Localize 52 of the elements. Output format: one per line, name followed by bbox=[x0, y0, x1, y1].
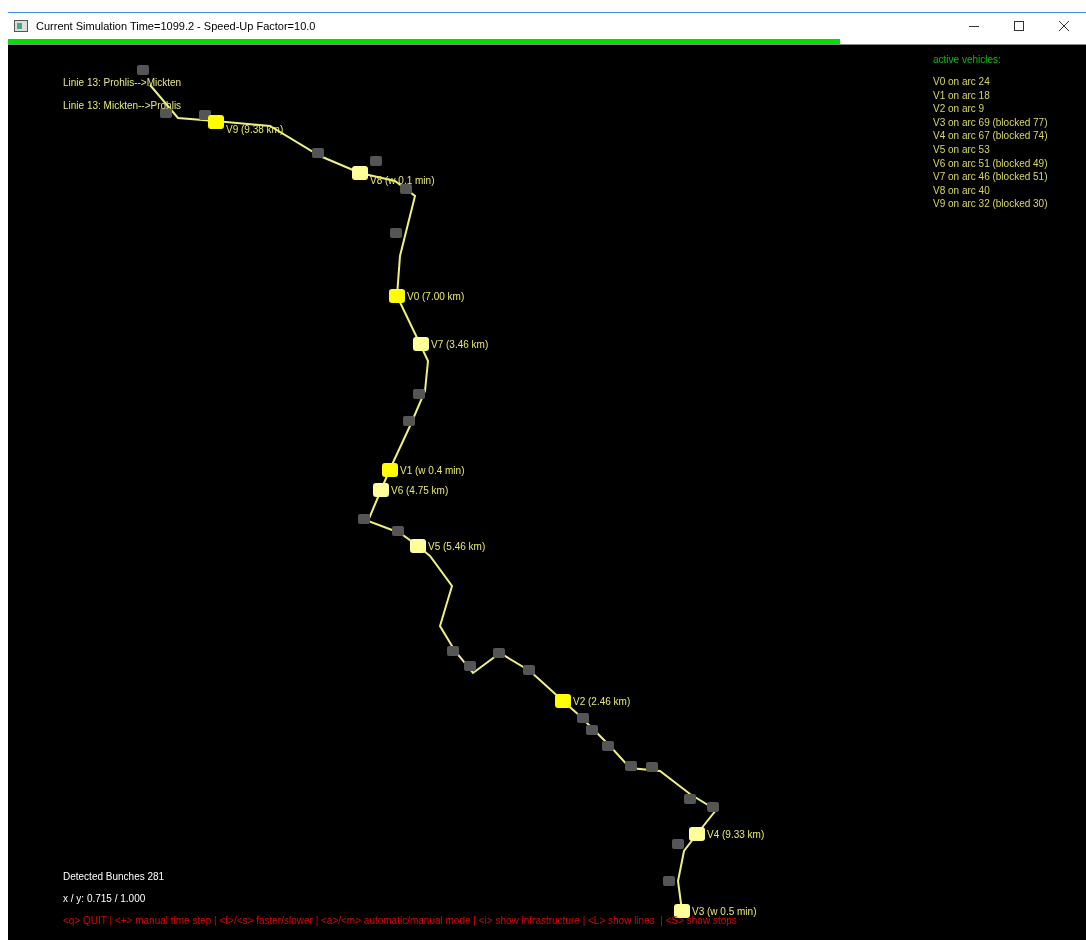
close-icon bbox=[1058, 21, 1069, 31]
vehicle-status: V9 on arc 32 (blocked 30) bbox=[933, 197, 1048, 211]
vehicle-status: V1 on arc 18 bbox=[933, 88, 990, 103]
line-legend: Linie 13: Mickten-->Prohlis bbox=[63, 99, 182, 113]
stop-marker bbox=[684, 794, 696, 804]
stop-marker bbox=[464, 661, 476, 671]
stop-marker bbox=[586, 725, 598, 735]
stop-marker bbox=[646, 762, 658, 772]
vehicle-status: V3 on arc 69 (blocked 77) bbox=[933, 115, 1048, 130]
stop-marker bbox=[137, 65, 149, 75]
stop-marker bbox=[403, 416, 415, 426]
vehicle-status: V6 on arc 51 (blocked 49) bbox=[933, 156, 1048, 171]
stop-marker bbox=[663, 876, 675, 886]
vehicle-label: V2 (2.46 km) bbox=[573, 696, 631, 707]
vehicle-status: V0 on arc 24 bbox=[933, 75, 990, 89]
stop-marker bbox=[390, 228, 402, 238]
stop-marker bbox=[523, 665, 535, 675]
maximize-icon bbox=[1013, 21, 1024, 31]
window-title: Current Simulation Time=1099.2 - Speed-Up Factor=10.0 bbox=[36, 18, 316, 34]
bunches-count: Detected Bunches 281 bbox=[63, 870, 165, 884]
coordinates-readout: x / y: 0.715 / 1.000 bbox=[63, 892, 146, 906]
stop-marker bbox=[577, 713, 589, 723]
stop-marker bbox=[602, 741, 614, 751]
stop-marker bbox=[707, 802, 719, 812]
app-icon bbox=[14, 20, 28, 32]
vehicle-status: V2 on arc 9 bbox=[933, 102, 985, 116]
stop-marker bbox=[447, 646, 459, 656]
stop-marker bbox=[160, 108, 172, 118]
active-vehicles-heading: active vehicles: bbox=[933, 53, 1001, 67]
stop-marker bbox=[358, 514, 370, 524]
vehicle-label: V4 (9.33 km) bbox=[707, 829, 765, 840]
vehicle-status: V4 on arc 67 (blocked 74) bbox=[933, 129, 1048, 143]
vehicle-label: V6 (4.75 km) bbox=[391, 485, 449, 496]
stop-marker bbox=[400, 184, 412, 194]
help-text: <q> QUIT | <+> manual time step | <f>/<s> faster/slower | <a>/<m> automatic/manual mode | <i> show infrastructure | <L> show lines | <S> show stops bbox=[63, 915, 737, 928]
vehicle-status: V8 on arc 40 bbox=[933, 183, 990, 198]
stop-marker bbox=[312, 148, 324, 158]
vehicle-label: V0 (7.00 km) bbox=[407, 291, 465, 302]
stop-marker bbox=[370, 156, 382, 166]
vehicle-label: V7 (3.46 km) bbox=[431, 339, 489, 350]
stop-marker bbox=[392, 526, 404, 536]
vehicle-label: V1 (w 0.4 min) bbox=[400, 465, 465, 476]
stop-marker bbox=[625, 761, 637, 771]
stop-marker bbox=[672, 839, 684, 849]
stop-marker bbox=[413, 389, 425, 399]
vehicle-label: V3 (w 0.5 min) bbox=[692, 906, 757, 917]
vehicle-status: V7 on arc 46 (blocked 51) bbox=[933, 170, 1048, 184]
minimize-icon bbox=[968, 25, 979, 27]
vehicle-status: V5 on arc 53 bbox=[933, 142, 990, 157]
vehicle-label: V5 (5.46 km) bbox=[428, 541, 486, 552]
line-legend: Linie 13: Prohlis-->Mickten bbox=[63, 76, 182, 90]
stop-marker bbox=[493, 648, 505, 658]
